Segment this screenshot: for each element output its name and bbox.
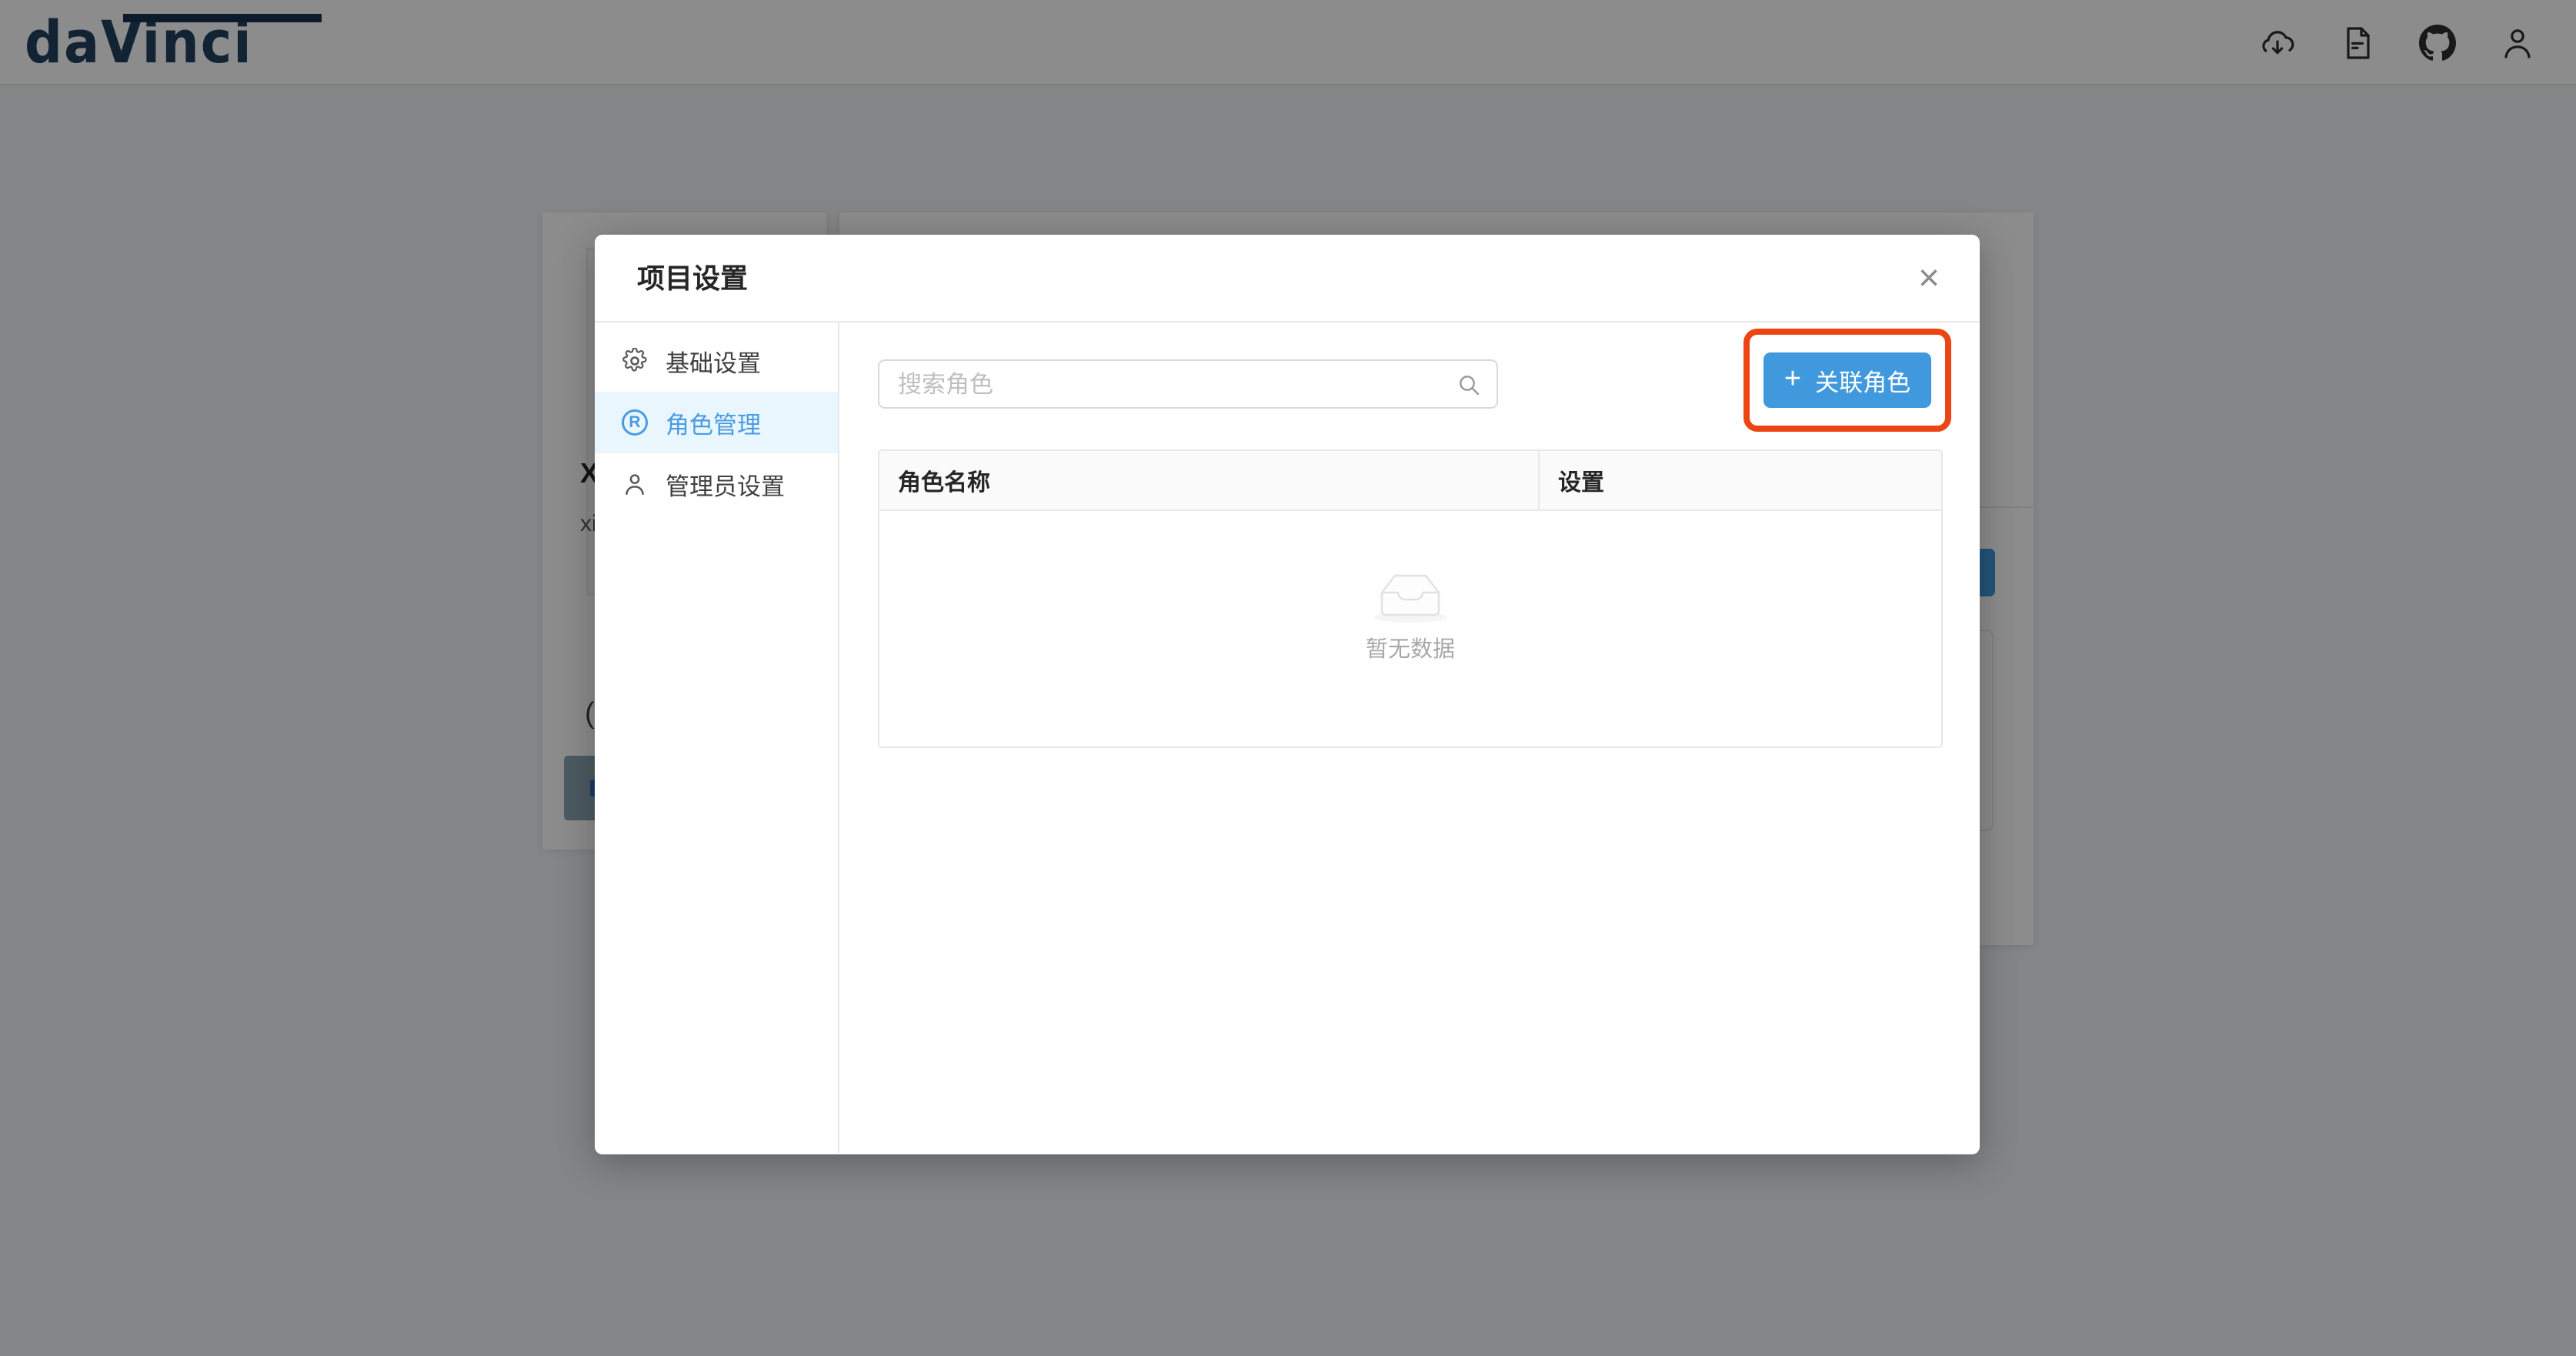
registered-icon: R [621,409,649,436]
empty-inbox-icon [1370,566,1450,623]
modal-header: 项目设置 × [595,235,1980,322]
user-icon [621,470,649,498]
sidebar-item-label: 角色管理 [666,406,761,440]
roles-table-header: 角色名称 设置 [878,449,1943,511]
sidebar-item-basic-settings[interactable]: 基础设置 [595,330,838,392]
sidebar-item-label: 管理员设置 [666,467,785,502]
modal-sidebar: 基础设置 R 角色管理 管理员设置 [595,322,839,1153]
plus-icon: + [1784,364,1801,393]
sidebar-item-admin-settings[interactable]: 管理员设置 [595,453,838,515]
project-settings-modal: 项目设置 × 基础设置 R 角色管理 [595,235,1980,1154]
roles-table: 角色名称 设置 暂无数据 [878,449,1943,748]
roles-table-empty-state: 暂无数据 [878,511,1943,748]
empty-text: 暂无数据 [1366,631,1455,663]
column-header-settings: 设置 [1540,451,1941,509]
role-search-input[interactable] [898,362,1436,407]
role-search-box [878,359,1498,409]
search-icon[interactable] [1457,372,1481,397]
close-icon[interactable]: × [1906,256,1952,302]
gear-icon [621,347,649,375]
modal-body: 基础设置 R 角色管理 管理员设置 [595,322,1980,1153]
sidebar-item-role-management[interactable]: R 角色管理 [595,392,838,453]
modal-title: 项目设置 [637,235,748,322]
column-header-role-name: 角色名称 [879,451,1540,509]
associate-role-button[interactable]: + 关联角色 [1763,352,1931,408]
sidebar-item-label: 基础设置 [666,344,761,379]
associate-role-label: 关联角色 [1815,363,1910,398]
role-management-panel: + 关联角色 角色名称 设置 暂无数据 [839,322,1980,1153]
